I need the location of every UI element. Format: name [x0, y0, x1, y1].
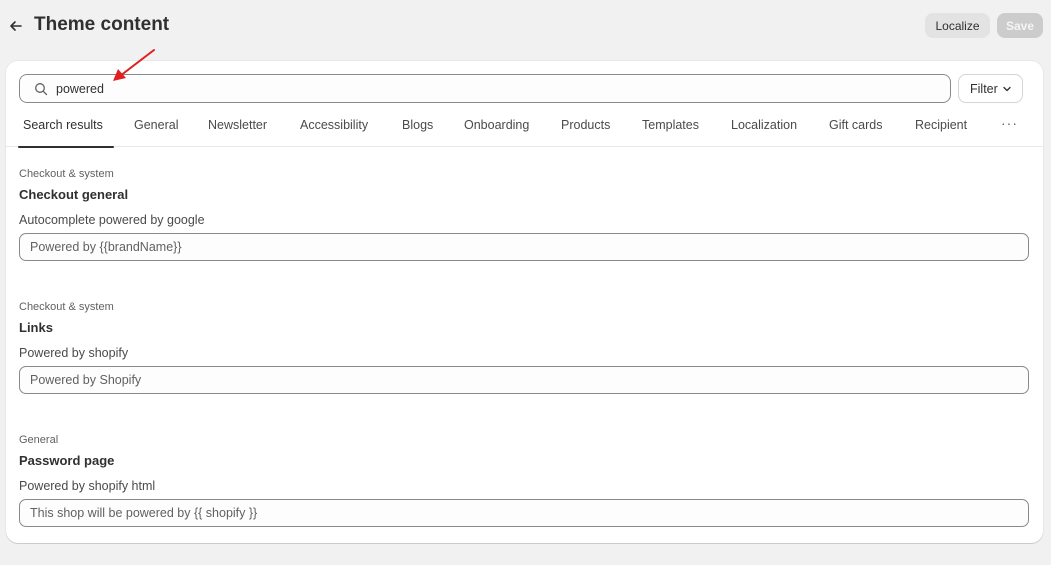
- tab-blogs[interactable]: Blogs: [402, 111, 433, 147]
- tab-search-results[interactable]: Search results: [18, 111, 114, 148]
- result-field-label: Powered by shopify: [19, 346, 129, 360]
- result-field-input[interactable]: [19, 233, 1029, 261]
- filter-label: Filter: [970, 81, 998, 96]
- back-button[interactable]: [9, 15, 27, 35]
- result-category: General: [19, 434, 59, 446]
- result-title: Password page: [19, 453, 115, 468]
- theme-content-card: Filter Search results General Newsletter…: [6, 61, 1043, 543]
- result-title: Checkout general: [19, 187, 129, 202]
- localize-button[interactable]: Localize: [925, 13, 990, 38]
- search-field[interactable]: [19, 74, 951, 103]
- result-category: Checkout & system: [19, 168, 114, 180]
- tab-recipient[interactable]: Recipient: [915, 111, 967, 147]
- search-input[interactable]: [56, 75, 936, 102]
- tab-products[interactable]: Products: [561, 111, 610, 147]
- tab-gift-cards[interactable]: Gift cards: [829, 111, 883, 147]
- tab-templates[interactable]: Templates: [642, 111, 699, 147]
- filter-button[interactable]: Filter: [958, 74, 1023, 103]
- tab-onboarding[interactable]: Onboarding: [464, 111, 529, 147]
- result-title: Links: [19, 320, 53, 335]
- page-header: Theme content Localize Save: [0, 0, 1051, 52]
- result-field-input[interactable]: [19, 499, 1029, 527]
- search-icon: [35, 83, 48, 96]
- result-category: Checkout & system: [19, 301, 114, 313]
- result-field-label: Powered by shopify html: [19, 479, 156, 493]
- more-tabs-button[interactable]: ···: [1001, 116, 1023, 133]
- tab-localization[interactable]: Localization: [731, 111, 797, 147]
- result-field-input[interactable]: [19, 366, 1029, 394]
- tab-accessibility[interactable]: Accessibility: [300, 111, 368, 147]
- tab-bar: Search results General Newsletter Access…: [6, 111, 1043, 148]
- save-button[interactable]: Save: [997, 13, 1043, 38]
- page-title: Theme content: [34, 14, 170, 35]
- arrow-left-icon: [10, 21, 22, 31]
- chevron-down-icon: [1003, 86, 1011, 92]
- tab-newsletter[interactable]: Newsletter: [208, 111, 267, 147]
- result-field-label: Autocomplete powered by google: [19, 213, 205, 227]
- tab-general[interactable]: General: [134, 111, 178, 147]
